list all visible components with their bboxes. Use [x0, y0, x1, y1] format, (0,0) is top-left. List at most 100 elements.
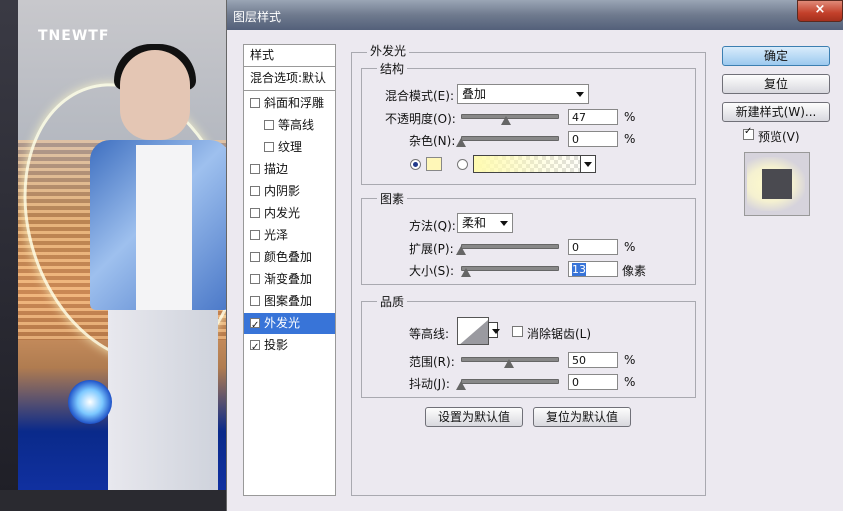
preview-checkbox[interactable]: [743, 126, 754, 140]
style-item[interactable]: 内发光: [244, 203, 335, 224]
contour-dropdown[interactable]: [488, 322, 500, 338]
antialias-label[interactable]: 消除锯齿(L): [527, 325, 591, 342]
chevron-down-icon: [500, 221, 508, 226]
blending-options-item[interactable]: 混合选项:默认: [244, 68, 335, 89]
size-slider[interactable]: [461, 266, 559, 271]
spread-input[interactable]: 0: [568, 239, 618, 255]
style-item-checkbox[interactable]: [250, 208, 260, 218]
opacity-slider-thumb[interactable]: [501, 116, 512, 125]
preview-label[interactable]: 预览(V): [758, 128, 800, 145]
elements-title: 图素: [377, 190, 408, 207]
style-item-label: 内阴影: [264, 184, 301, 198]
style-item-checkbox[interactable]: [250, 274, 260, 284]
style-item-checkbox[interactable]: [250, 98, 260, 108]
range-unit: %: [624, 353, 636, 367]
style-item-checkbox[interactable]: [250, 252, 260, 262]
style-item-checkbox[interactable]: [250, 296, 260, 306]
reset-button[interactable]: 复位: [722, 74, 830, 94]
noise-slider[interactable]: [461, 136, 559, 141]
style-item[interactable]: 等高线: [244, 115, 335, 136]
range-slider-thumb[interactable]: [504, 359, 514, 368]
jitter-input[interactable]: 0: [568, 374, 618, 390]
style-item-label: 斜面和浮雕: [264, 96, 325, 110]
style-item-checkbox[interactable]: [250, 186, 260, 196]
opacity-label: 不透明度(O):: [385, 112, 456, 126]
solid-color-radio[interactable]: [410, 159, 421, 170]
style-item[interactable]: 内阴影: [244, 181, 335, 202]
jitter-slider[interactable]: [461, 379, 559, 384]
method-select[interactable]: 柔和: [457, 213, 513, 233]
spread-slider[interactable]: [461, 244, 559, 249]
glow-color-swatch[interactable]: [426, 157, 442, 171]
blend-mode-select[interactable]: 叠加: [457, 84, 589, 104]
new-style-button[interactable]: 新建样式(W)...: [722, 102, 830, 122]
style-item-label: 内发光: [264, 206, 301, 220]
noise-unit: %: [624, 132, 636, 146]
size-unit: 像素: [622, 264, 647, 278]
opacity-unit: %: [624, 110, 636, 124]
style-list: 样式 混合选项:默认 斜面和浮雕等高线 纹理描边内阴影内发光光泽颜色叠加渐变叠加图…: [243, 44, 336, 496]
style-item-label: 外发光: [264, 316, 301, 330]
ok-button[interactable]: 确定: [722, 46, 830, 66]
style-item[interactable]: 纹理: [244, 137, 335, 158]
jitter-slider-thumb[interactable]: [456, 381, 466, 390]
jitter-label: 抖动(J):: [409, 377, 450, 391]
style-list-header[interactable]: 样式: [244, 45, 335, 66]
style-item-checkbox[interactable]: [264, 142, 274, 152]
spread-slider-thumb[interactable]: [456, 246, 466, 255]
method-label: 方法(Q):: [409, 219, 456, 233]
style-item[interactable]: 颜色叠加: [244, 247, 335, 268]
gradient-picker[interactable]: [473, 155, 595, 173]
style-item-checkbox[interactable]: [250, 230, 260, 240]
style-item[interactable]: 渐变叠加: [244, 269, 335, 290]
stage-light: [68, 380, 112, 424]
photo-logo: TNEWTF: [38, 28, 110, 44]
dialog-titlebar[interactable]: 图层样式 ×: [227, 0, 843, 30]
contour-picker[interactable]: [457, 317, 489, 345]
size-label: 大小(S):: [409, 264, 455, 278]
style-item-label: 描边: [264, 162, 289, 176]
size-slider-thumb[interactable]: [460, 268, 471, 277]
contour-curve-icon: [460, 320, 488, 344]
noise-input[interactable]: 0: [568, 131, 618, 147]
style-item-checkbox[interactable]: [250, 315, 260, 336]
divider: [244, 66, 335, 67]
style-item-label: 光泽: [264, 228, 289, 242]
gradient-dropdown[interactable]: [580, 155, 596, 173]
structure-title: 结构: [377, 60, 408, 77]
divider: [244, 90, 335, 91]
gradient-radio[interactable]: [457, 159, 468, 170]
person-face: [120, 50, 190, 140]
style-item[interactable]: 投影: [244, 335, 335, 358]
style-item-checkbox[interactable]: [250, 164, 260, 174]
canvas-bottom-strip: [0, 490, 226, 511]
style-item-label: 渐变叠加: [264, 272, 313, 286]
style-item[interactable]: 外发光: [244, 313, 335, 336]
range-input[interactable]: 50: [568, 352, 618, 368]
size-input[interactable]: 13: [568, 261, 618, 277]
canvas-photo: TNEWTF: [18, 0, 226, 490]
style-item-checkbox[interactable]: [250, 337, 260, 358]
style-item-label: 图案叠加: [264, 294, 313, 308]
antialias-checkbox[interactable]: [512, 326, 523, 337]
contour-label: 等高线:: [409, 327, 450, 341]
noise-slider-thumb[interactable]: [456, 138, 466, 147]
style-item-checkbox[interactable]: [264, 120, 274, 130]
blend-mode-label: 混合模式(E):: [385, 89, 454, 103]
style-item[interactable]: 斜面和浮雕: [244, 93, 335, 114]
reset-default-button[interactable]: 复位为默认值: [533, 407, 631, 427]
opacity-input[interactable]: 47: [568, 109, 618, 125]
quality-title: 品质: [377, 293, 408, 310]
preview-square: [762, 169, 792, 199]
style-item-label: 投影: [264, 338, 289, 352]
style-item[interactable]: 描边: [244, 159, 335, 180]
style-item-label: 颜色叠加: [264, 250, 313, 264]
chevron-down-icon: [576, 92, 584, 97]
make-default-button[interactable]: 设置为默认值: [425, 407, 523, 427]
noise-label: 杂色(N):: [409, 134, 456, 148]
close-button[interactable]: ×: [797, 0, 843, 22]
style-item[interactable]: 光泽: [244, 225, 335, 246]
layer-style-dialog: 图层样式 × 样式 混合选项:默认 斜面和浮雕等高线 纹理描边内阴影内发光光泽颜色…: [226, 0, 843, 511]
person-shirt: [136, 145, 192, 315]
style-item[interactable]: 图案叠加: [244, 291, 335, 312]
